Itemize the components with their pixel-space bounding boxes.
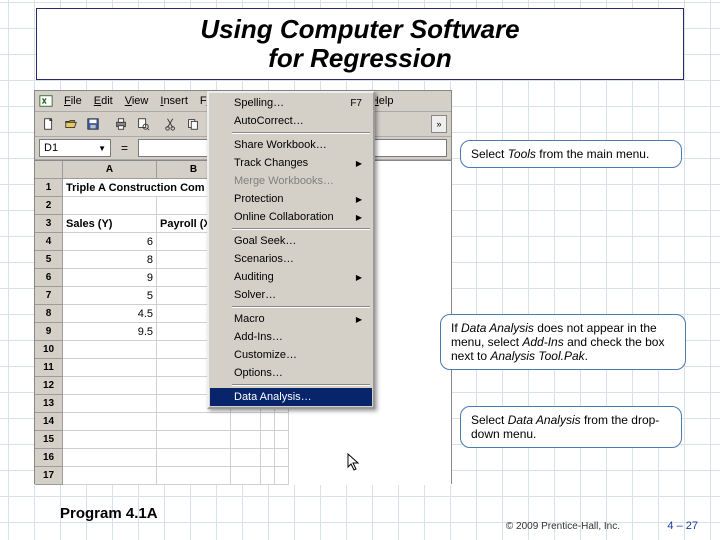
name-box[interactable]: D1 ▼ [39, 139, 111, 157]
cell-a8[interactable]: 4.5 [63, 305, 157, 323]
menu-item-scenarios[interactable]: Scenarios… [210, 250, 372, 268]
row-header[interactable]: 11 [35, 359, 63, 377]
menu-insert[interactable]: InsertInsert [155, 93, 193, 109]
menu-item-data-analysis[interactable]: Data Analysis… [210, 388, 372, 406]
row-header[interactable]: 6 [35, 269, 63, 287]
name-box-dropdown-icon[interactable]: ▼ [98, 144, 106, 153]
tools-dropdown-menu: Spelling…F7 AutoCorrect… Share Workbook…… [207, 91, 375, 409]
col-header-a[interactable]: A [63, 161, 157, 179]
callout-select-data-analysis: Select Data Analysis from the drop-down … [460, 406, 682, 448]
row-header[interactable]: 14 [35, 413, 63, 431]
slide-title-line1: Using Computer Software [200, 15, 519, 44]
cell-a6[interactable]: 9 [63, 269, 157, 287]
excel-screenshot: FFileile EditEdit ViewView InsertInsert … [34, 90, 452, 484]
menu-item-merge-workbooks: Merge Workbooks… [210, 172, 372, 190]
row-header[interactable]: 4 [35, 233, 63, 251]
row-header[interactable]: 13 [35, 395, 63, 413]
row-header[interactable]: 1 [35, 179, 63, 197]
row-header[interactable]: 3 [35, 215, 63, 233]
menu-item-macro[interactable]: Macro▶ [210, 310, 372, 328]
slide-title-line2: for Regression [268, 44, 452, 73]
slide-title: Using Computer Software for Regression [36, 8, 684, 80]
menu-item-online-collab[interactable]: Online Collaboration▶ [210, 208, 372, 226]
menu-item-addins[interactable]: Add-Ins… [210, 328, 372, 346]
print-preview-icon[interactable] [133, 114, 153, 134]
row-header[interactable]: 17 [35, 467, 63, 485]
row-header[interactable]: 9 [35, 323, 63, 341]
row-header[interactable]: 8 [35, 305, 63, 323]
row-header[interactable]: 12 [35, 377, 63, 395]
menu-item-track-changes[interactable]: Track Changes▶ [210, 154, 372, 172]
menu-item-options[interactable]: Options… [210, 364, 372, 382]
menu-item-solver[interactable]: Solver… [210, 286, 372, 304]
page-number: 4 – 27 [667, 520, 698, 532]
open-icon[interactable] [61, 114, 81, 134]
print-icon[interactable] [111, 114, 131, 134]
menu-item-auditing[interactable]: Auditing▶ [210, 268, 372, 286]
row-header[interactable]: 7 [35, 287, 63, 305]
menu-item-spelling[interactable]: Spelling…F7 [210, 94, 372, 112]
menu-item-protection[interactable]: Protection▶ [210, 190, 372, 208]
menu-view[interactable]: ViewView [120, 93, 154, 109]
equals-label: = [115, 141, 134, 155]
row-header[interactable]: 16 [35, 449, 63, 467]
menu-item-share-workbook[interactable]: Share Workbook… [210, 136, 372, 154]
cell-a4[interactable]: 6 [63, 233, 157, 251]
excel-app-icon [39, 94, 53, 108]
row-header[interactable]: 2 [35, 197, 63, 215]
callout-select-tools: Select Tools from the main menu. [460, 140, 682, 168]
cell-a3[interactable]: Sales (Y) [63, 215, 157, 233]
cell-a9[interactable]: 9.5 [63, 323, 157, 341]
menu-item-goal-seek[interactable]: Goal Seek… [210, 232, 372, 250]
toolbar-overflow-icon[interactable]: » [431, 115, 447, 133]
cut-icon[interactable] [161, 114, 181, 134]
menu-file[interactable]: FFileile [59, 93, 87, 109]
program-label: Program 4.1A [60, 505, 158, 522]
select-all-corner[interactable] [35, 161, 63, 179]
cell-a5[interactable]: 8 [63, 251, 157, 269]
row-header[interactable]: 10 [35, 341, 63, 359]
copyright-text: © 2009 Prentice-Hall, Inc. [506, 521, 620, 532]
menu-edit[interactable]: EditEdit [89, 93, 118, 109]
save-icon[interactable] [83, 114, 103, 134]
name-box-value: D1 [44, 142, 58, 154]
cell-a7[interactable]: 5 [63, 287, 157, 305]
menu-item-autocorrect[interactable]: AutoCorrect… [210, 112, 372, 130]
callout-data-analysis-missing: If Data Analysis does not appear in the … [440, 314, 686, 370]
new-icon[interactable] [39, 114, 59, 134]
copy-icon[interactable] [183, 114, 203, 134]
row-header[interactable]: 5 [35, 251, 63, 269]
row-header[interactable]: 15 [35, 431, 63, 449]
menu-item-customize[interactable]: Customize… [210, 346, 372, 364]
